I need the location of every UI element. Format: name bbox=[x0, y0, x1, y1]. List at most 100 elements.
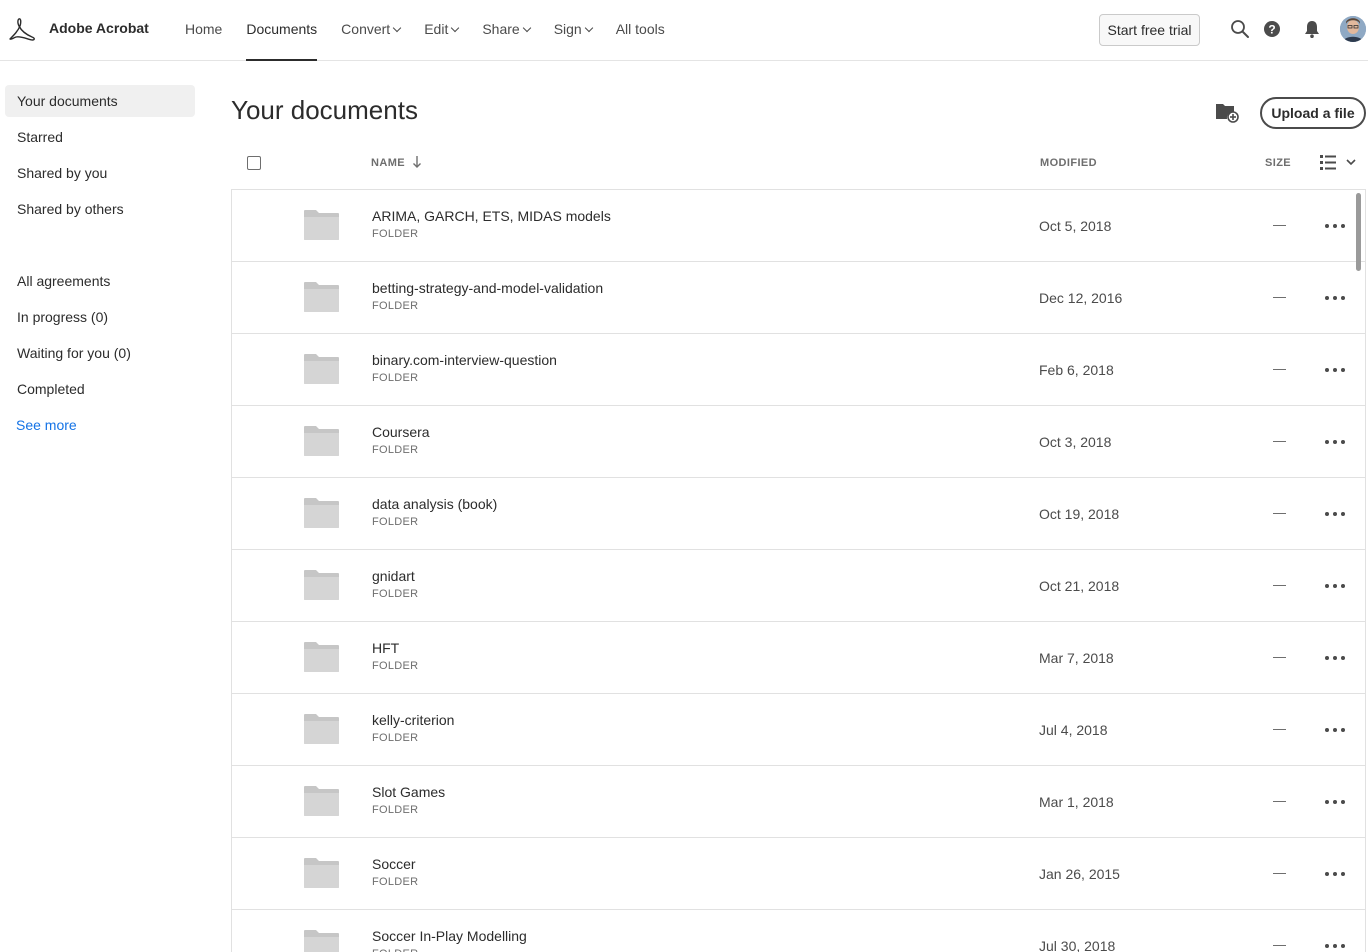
file-type: FOLDER bbox=[372, 516, 419, 528]
more-options-icon[interactable] bbox=[1324, 216, 1346, 236]
sidebar-item-see-more[interactable]: See more bbox=[4, 409, 194, 441]
size-placeholder-dash bbox=[1273, 225, 1286, 226]
nav-item-label: Documents bbox=[246, 21, 318, 37]
folder-icon bbox=[304, 858, 339, 888]
folder-icon bbox=[304, 642, 339, 672]
chevron-down-icon bbox=[451, 23, 460, 33]
list-view-icon[interactable] bbox=[1320, 154, 1362, 172]
sidebar: Your documents Starred Shared by you Shared… bbox=[0, 61, 210, 952]
nav-item-convert[interactable]: Convert bbox=[341, 0, 402, 61]
sidebar-item-in-progress-0[interactable]: In progress (0) bbox=[5, 301, 195, 333]
more-options-icon[interactable] bbox=[1324, 360, 1346, 380]
file-name[interactable]: gnidart bbox=[372, 568, 415, 584]
sidebar-item-all-agreements[interactable]: All agreements bbox=[5, 265, 195, 297]
file-type: FOLDER bbox=[372, 444, 419, 456]
more-options-icon[interactable] bbox=[1324, 432, 1346, 452]
nav-item-edit[interactable]: Edit bbox=[424, 0, 460, 61]
modified-date: Oct 19, 2018 bbox=[1039, 506, 1120, 522]
size-placeholder-dash bbox=[1273, 945, 1286, 946]
table-row[interactable]: kelly-criterion FOLDER Jul 4, 2018 bbox=[232, 694, 1365, 766]
file-type: FOLDER bbox=[372, 300, 419, 312]
more-options-icon[interactable] bbox=[1324, 720, 1346, 740]
more-options-icon[interactable] bbox=[1324, 936, 1346, 952]
modified-date: Oct 5, 2018 bbox=[1039, 218, 1112, 234]
column-header-modified[interactable]: MODIFIED bbox=[1040, 157, 1097, 169]
file-name[interactable]: binary.com-interview-question bbox=[372, 352, 557, 368]
more-options-icon[interactable] bbox=[1324, 288, 1346, 308]
more-options-icon[interactable] bbox=[1324, 864, 1346, 884]
size-placeholder-dash bbox=[1273, 801, 1286, 802]
file-name[interactable]: data analysis (book) bbox=[372, 496, 497, 512]
sidebar-item-starred[interactable]: Starred bbox=[5, 121, 195, 153]
more-options-icon[interactable] bbox=[1324, 504, 1346, 524]
sidebar-item-your-documents[interactable]: Your documents bbox=[5, 85, 195, 117]
table-row[interactable]: Soccer In-Play Modelling FOLDER Jul 30, 20… bbox=[232, 910, 1365, 952]
folder-icon bbox=[304, 210, 339, 240]
app-name[interactable]: Adobe Acrobat bbox=[49, 20, 149, 36]
more-options-icon[interactable] bbox=[1324, 648, 1346, 668]
nav-item-home[interactable]: Home bbox=[185, 0, 222, 61]
folder-icon bbox=[304, 570, 339, 600]
column-header-name[interactable]: NAME bbox=[371, 157, 405, 169]
nav-item-sign[interactable]: Sign bbox=[554, 0, 593, 61]
sidebar-item-completed[interactable]: Completed bbox=[5, 373, 195, 405]
file-name[interactable]: ARIMA, GARCH, ETS, MIDAS models bbox=[372, 208, 611, 224]
file-type: FOLDER bbox=[372, 660, 419, 672]
table-row[interactable]: Slot Games FOLDER Mar 1, 2018 bbox=[232, 766, 1365, 838]
nav-item-all-tools[interactable]: All tools bbox=[616, 0, 665, 61]
sidebar-item-waiting-for-you-0[interactable]: Waiting for you (0) bbox=[5, 337, 195, 369]
file-name[interactable]: Soccer In-Play Modelling bbox=[372, 928, 527, 944]
table-row[interactable]: binary.com-interview-question FOLDER Feb 6… bbox=[232, 334, 1365, 406]
table-row[interactable]: Soccer FOLDER Jan 26, 2015 bbox=[232, 838, 1365, 910]
modified-date: Dec 12, 2016 bbox=[1039, 290, 1123, 306]
modified-date: Oct 3, 2018 bbox=[1039, 434, 1112, 450]
more-options-icon[interactable] bbox=[1324, 576, 1346, 596]
file-type: FOLDER bbox=[372, 372, 419, 384]
select-all-checkbox[interactable] bbox=[247, 156, 261, 170]
nav-item-documents[interactable]: Documents bbox=[246, 0, 317, 61]
modified-date: Jul 30, 2018 bbox=[1039, 938, 1116, 952]
scrollbar[interactable] bbox=[1356, 193, 1361, 271]
size-placeholder-dash bbox=[1273, 873, 1286, 874]
table-row[interactable]: betting-strategy-and-model-validation FOL… bbox=[232, 262, 1365, 334]
table-row[interactable]: data analysis (book) FOLDER Oct 19, 2018 bbox=[232, 478, 1365, 550]
column-header-size[interactable]: SIZE bbox=[1265, 157, 1291, 169]
more-options-icon[interactable] bbox=[1324, 792, 1346, 812]
file-name[interactable]: HFT bbox=[372, 640, 399, 656]
help-icon[interactable]: ? bbox=[1262, 19, 1282, 39]
file-name[interactable]: Coursera bbox=[372, 424, 430, 440]
folder-icon bbox=[304, 930, 339, 952]
nav-item-label: Edit bbox=[424, 21, 449, 37]
top-bar: Adobe Acrobat Home Documents Convert Edit Sh… bbox=[0, 0, 1368, 61]
file-name[interactable]: kelly-criterion bbox=[372, 712, 454, 728]
folder-icon bbox=[304, 714, 339, 744]
sidebar-item-shared-by-others[interactable]: Shared by others bbox=[5, 193, 195, 225]
new-folder-icon[interactable] bbox=[1215, 101, 1239, 123]
notifications-icon[interactable] bbox=[1302, 19, 1322, 39]
sidebar-item-shared-by-you[interactable]: Shared by you bbox=[5, 157, 195, 189]
search-icon[interactable] bbox=[1230, 19, 1250, 39]
svg-text:?: ? bbox=[1268, 23, 1275, 37]
file-type: FOLDER bbox=[372, 588, 419, 600]
acrobat-logo-icon[interactable] bbox=[8, 17, 36, 43]
folder-icon bbox=[304, 426, 339, 456]
modified-date: Feb 6, 2018 bbox=[1039, 362, 1114, 378]
table-row[interactable]: HFT FOLDER Mar 7, 2018 bbox=[232, 622, 1365, 694]
table-row[interactable]: gnidart FOLDER Oct 21, 2018 bbox=[232, 550, 1365, 622]
nav-item-label: Home bbox=[185, 21, 223, 37]
file-name[interactable]: Slot Games bbox=[372, 784, 445, 800]
start-free-trial-button[interactable]: Start free trial bbox=[1099, 14, 1200, 46]
file-name[interactable]: betting-strategy-and-model-validation bbox=[372, 280, 603, 296]
file-name[interactable]: Soccer bbox=[372, 856, 416, 872]
folder-icon bbox=[304, 282, 339, 312]
nav-item-label: All tools bbox=[615, 21, 665, 37]
sort-descending-arrow-icon[interactable] bbox=[412, 155, 422, 169]
size-placeholder-dash bbox=[1273, 369, 1286, 370]
chevron-down-icon bbox=[584, 23, 593, 33]
table-row[interactable]: ARIMA, GARCH, ETS, MIDAS models FOLDER Oct… bbox=[232, 190, 1365, 262]
folder-icon bbox=[304, 354, 339, 384]
upload-file-button[interactable]: Upload a file bbox=[1260, 97, 1366, 129]
nav-item-share[interactable]: Share bbox=[482, 0, 531, 61]
table-row[interactable]: Coursera FOLDER Oct 3, 2018 bbox=[232, 406, 1365, 478]
avatar[interactable] bbox=[1340, 16, 1366, 42]
